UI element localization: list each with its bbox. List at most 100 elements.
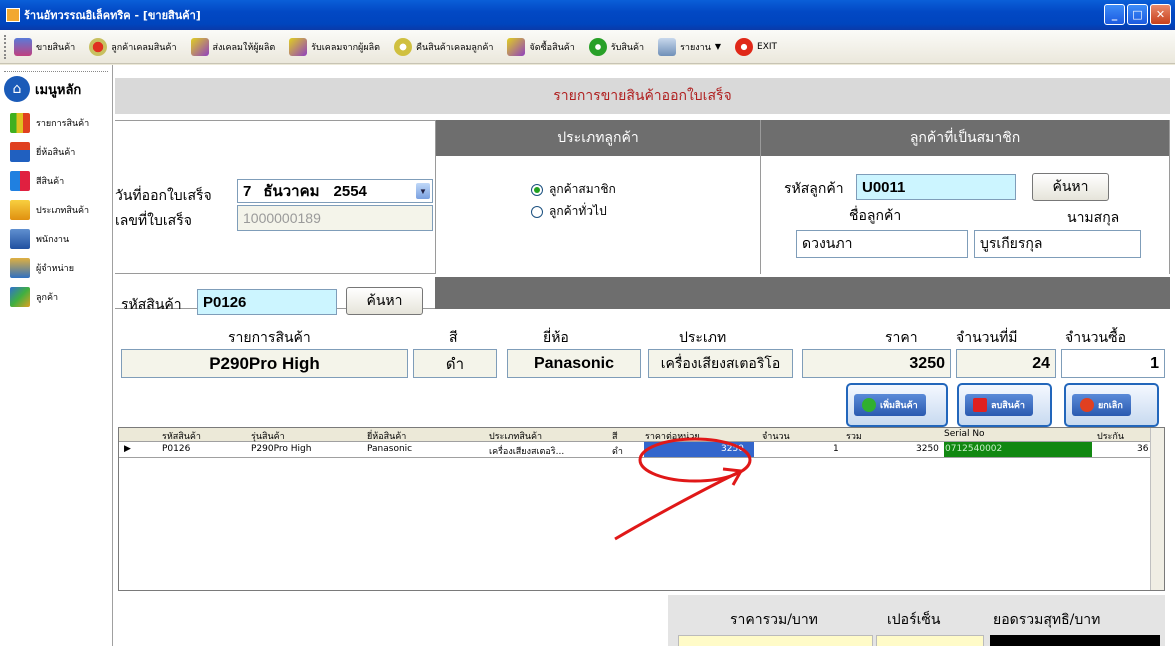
toolbar-label: EXIT bbox=[757, 41, 778, 52]
box-icon bbox=[10, 200, 30, 220]
toolbar-receive-claim-button[interactable]: รับเคลมจากผู้ผลิต bbox=[289, 37, 380, 56]
toolbar-report-button[interactable]: รายงาน ▼ bbox=[658, 37, 721, 56]
gear-icon bbox=[393, 37, 412, 56]
grid-col-unit-price[interactable]: ราคาต่อหน่วย bbox=[645, 429, 700, 443]
sidebar-main-menu[interactable]: ⌂ เมนูหลัก bbox=[0, 72, 112, 106]
sidebar-item-products[interactable]: รายการสินค้า bbox=[0, 111, 112, 135]
cell-brand[interactable]: Panasonic bbox=[367, 444, 412, 454]
cell-unit-price[interactable]: 3250 bbox=[721, 444, 744, 454]
sidebar-item-colors[interactable]: สีสินค้า bbox=[0, 169, 112, 193]
add-product-button[interactable]: เพิ่มสินค้า bbox=[846, 383, 948, 427]
chevron-down-icon[interactable]: ▼ bbox=[416, 183, 430, 199]
toolbar-exit-button[interactable]: EXIT bbox=[735, 37, 778, 56]
sidebar-item-brands[interactable]: ยี่ห้อสินค้า bbox=[0, 140, 112, 164]
close-icon[interactable]: ✕ bbox=[1150, 4, 1171, 25]
col-qty-header: จำนวนซื้อ bbox=[1065, 330, 1126, 346]
radio-general-circle[interactable] bbox=[531, 205, 543, 218]
cancel-label: ยกเลิก bbox=[1098, 401, 1123, 411]
product-price-field: 3250 bbox=[802, 349, 951, 378]
sidebar-item-employees[interactable]: พนักงาน bbox=[0, 227, 112, 251]
grid-col-model[interactable]: รุ่นสินค้า bbox=[251, 429, 285, 443]
title-bar: ร้านอัทวรรณอิเล็คทริค - [ขายสินค้า] _ □ … bbox=[0, 0, 1175, 30]
cell-type[interactable]: เครื่องเสียงสเตอริ... bbox=[489, 444, 564, 458]
total-label: ราคารวม/บาท bbox=[730, 612, 818, 628]
toolbar-receive-goods-button[interactable]: รับสินค้า bbox=[588, 37, 644, 56]
app-icon bbox=[6, 8, 20, 22]
date-year: 2554 bbox=[333, 182, 367, 200]
col-color-header: สี bbox=[449, 330, 458, 346]
delete-icon bbox=[973, 398, 987, 412]
sidebar-item-suppliers[interactable]: ผู้จำหน่าย bbox=[0, 256, 112, 280]
customer-surname-field[interactable]: บูรเกียรกุล bbox=[974, 230, 1141, 258]
search-button-label: ค้นหา bbox=[366, 293, 403, 309]
cancel-button[interactable]: ยกเลิก bbox=[1064, 383, 1159, 427]
grid-col-qty[interactable]: จำนวน bbox=[762, 429, 790, 443]
sidebar-item-customers[interactable]: ลูกค้า bbox=[0, 285, 112, 309]
table-row[interactable]: ▶ P0126 P290Pro High Panasonic เครื่องเส… bbox=[119, 442, 1152, 458]
printer-icon bbox=[658, 37, 677, 56]
receipt-date-picker[interactable]: 7 ธันวาคม 2554 ▼ bbox=[237, 179, 433, 203]
receipt-no-label: เลขที่ใบเสร็จ bbox=[115, 213, 192, 229]
product-item-field: P290Pro High bbox=[121, 349, 408, 378]
cell-total[interactable]: 3250 bbox=[916, 444, 939, 454]
grid-col-color[interactable]: สี bbox=[612, 429, 618, 443]
cell-color[interactable]: ดำ bbox=[612, 444, 623, 458]
toolbar-label: จัดซื้อสินค้า bbox=[529, 42, 575, 53]
maximize-icon[interactable]: □ bbox=[1127, 4, 1148, 25]
gear-warning-icon bbox=[89, 37, 108, 56]
toolbar-label: รายงาน bbox=[680, 42, 711, 53]
group-icon bbox=[10, 258, 30, 278]
grid-empty-area bbox=[119, 458, 1152, 590]
customer-name-field[interactable]: ดวงนภา bbox=[796, 230, 968, 258]
sidebar-item-types[interactable]: ประเภทสินค้า bbox=[0, 198, 112, 222]
grid-scrollbar[interactable] bbox=[1150, 428, 1164, 590]
arrow-icon bbox=[507, 37, 526, 56]
cell-code[interactable]: P0126 bbox=[162, 444, 190, 454]
total-box bbox=[678, 635, 873, 646]
remove-product-button[interactable]: ลบสินค้า bbox=[957, 383, 1052, 427]
minimize-icon[interactable]: _ bbox=[1104, 4, 1125, 25]
grid-col-brand[interactable]: ยี่ห้อสินค้า bbox=[367, 429, 406, 443]
cell-serial[interactable]: 0712540002 bbox=[945, 444, 1002, 454]
product-code-field[interactable]: P0126 bbox=[197, 289, 337, 315]
grid-col-type[interactable]: ประเภทสินค้า bbox=[489, 429, 542, 443]
product-qty-field[interactable]: 1 bbox=[1061, 349, 1165, 378]
customer-code-field[interactable]: U0011 bbox=[856, 174, 1016, 200]
percent-box[interactable] bbox=[876, 635, 984, 646]
radio-general[interactable]: ลูกค้าทั่วไป bbox=[531, 202, 607, 221]
toolbar-purchase-button[interactable]: จัดซื้อสินค้า bbox=[507, 37, 575, 56]
grid-col-code[interactable]: รหัสสินค้า bbox=[162, 429, 201, 443]
grid-col-warranty[interactable]: ประกัน bbox=[1097, 429, 1124, 443]
product-code-value: P0126 bbox=[203, 293, 247, 311]
remove-product-label: ลบสินค้า bbox=[991, 401, 1025, 411]
product-color-value: ดำ bbox=[445, 354, 465, 373]
toolbar-return-claim-button[interactable]: คืนสินค้าเคลมลูกค้า bbox=[393, 37, 493, 56]
radio-member-circle[interactable] bbox=[531, 183, 543, 196]
radio-member[interactable]: ลูกค้าสมาชิก bbox=[531, 180, 616, 199]
toolbar-grip[interactable] bbox=[4, 34, 8, 59]
customer-surname-label: นามสกุล bbox=[1067, 210, 1120, 226]
grid-col-total[interactable]: รวม bbox=[846, 429, 862, 443]
receipt-panel: วันที่ออกใบเสร็จ 7 ธันวาคม 2554 ▼ เลขที่… bbox=[115, 120, 436, 273]
cell-warranty[interactable]: 36 bbox=[1137, 444, 1148, 454]
sidebar-item-label: ลูกค้า bbox=[36, 293, 59, 303]
sidebar-item-label: ยี่ห้อสินค้า bbox=[36, 148, 76, 158]
toolbar-customer-claim-button[interactable]: ลูกค้าเคลมสินค้า bbox=[89, 37, 177, 56]
customer-search-button[interactable]: ค้นหา bbox=[1032, 173, 1109, 201]
customer-surname-value: บูรเกียรกุล bbox=[980, 236, 1043, 252]
product-stock-value: 24 bbox=[1032, 354, 1050, 372]
cell-qty[interactable]: 1 bbox=[833, 444, 839, 454]
page-title: รายการขายสินค้าออกใบเสร็จ bbox=[115, 78, 1170, 114]
cell-model[interactable]: P290Pro High bbox=[251, 444, 311, 454]
customer-code-label: รหัสลูกค้า bbox=[784, 181, 844, 197]
net-total-label: ยอดรวมสุทธิ/บาท bbox=[993, 612, 1101, 628]
customer-name-value: ดวงนภา bbox=[802, 236, 853, 252]
grid-col-serial[interactable]: Serial No bbox=[944, 429, 985, 439]
product-code-label: รหัสสินค้า bbox=[121, 297, 182, 313]
sidebar-item-label: ผู้จำหน่าย bbox=[36, 264, 75, 274]
toolbar-send-claim-button[interactable]: ส่งเคลมให้ผู้ผลิต bbox=[190, 37, 275, 56]
recycle-icon bbox=[588, 37, 607, 56]
product-search-button[interactable]: ค้นหา bbox=[346, 287, 423, 315]
sidebar-main-label: เมนูหลัก bbox=[35, 82, 82, 98]
toolbar-sell-button[interactable]: ขายสินค้า bbox=[14, 37, 75, 56]
